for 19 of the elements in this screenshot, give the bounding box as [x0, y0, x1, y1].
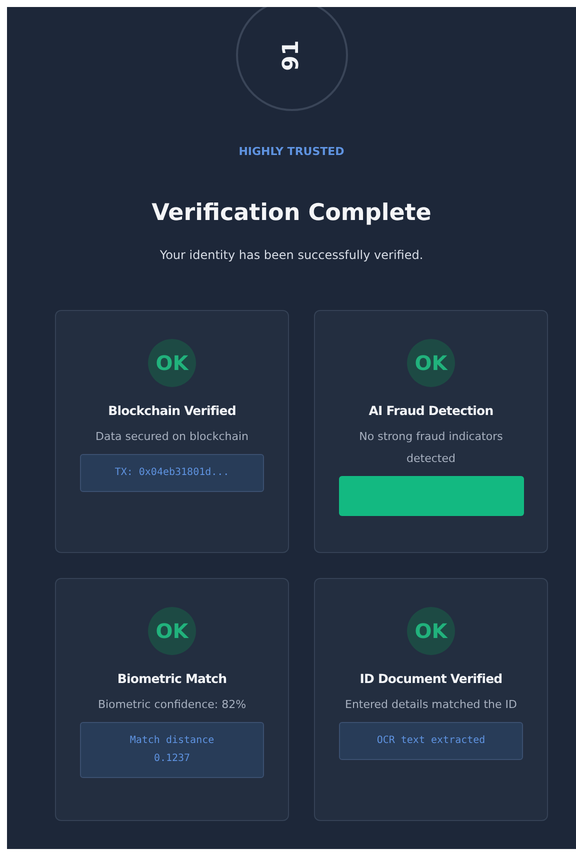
trust-label: HIGHLY TRUSTED: [238, 145, 344, 158]
status-badge: OK: [148, 607, 196, 655]
detail-box: TX: 0x04eb31801d...: [80, 454, 264, 492]
detail-box: Match distance 0.1237: [80, 722, 264, 778]
status-badge: OK: [148, 339, 196, 387]
card-description: Entered details matched the ID: [344, 697, 518, 713]
card-title: AI Fraud Detection: [368, 403, 494, 418]
detail-box: OCR text extracted: [339, 722, 523, 760]
card-description: Biometric confidence: 82%: [96, 697, 248, 713]
status-badge: OK: [407, 607, 455, 655]
status-badge: OK: [407, 339, 455, 387]
trust-score: 91: [279, 40, 304, 70]
card-title: ID Document Verified: [360, 671, 502, 686]
card-description: Data secured on blockchain: [94, 429, 250, 445]
subtitle: Your identity has been successfully verified.: [160, 248, 424, 262]
card-description: No strong fraud indicators detected: [358, 429, 504, 467]
card-title: Biometric Match: [117, 671, 227, 686]
card-title: Blockchain Verified: [108, 403, 236, 418]
page-title: Verification Complete: [152, 200, 432, 226]
